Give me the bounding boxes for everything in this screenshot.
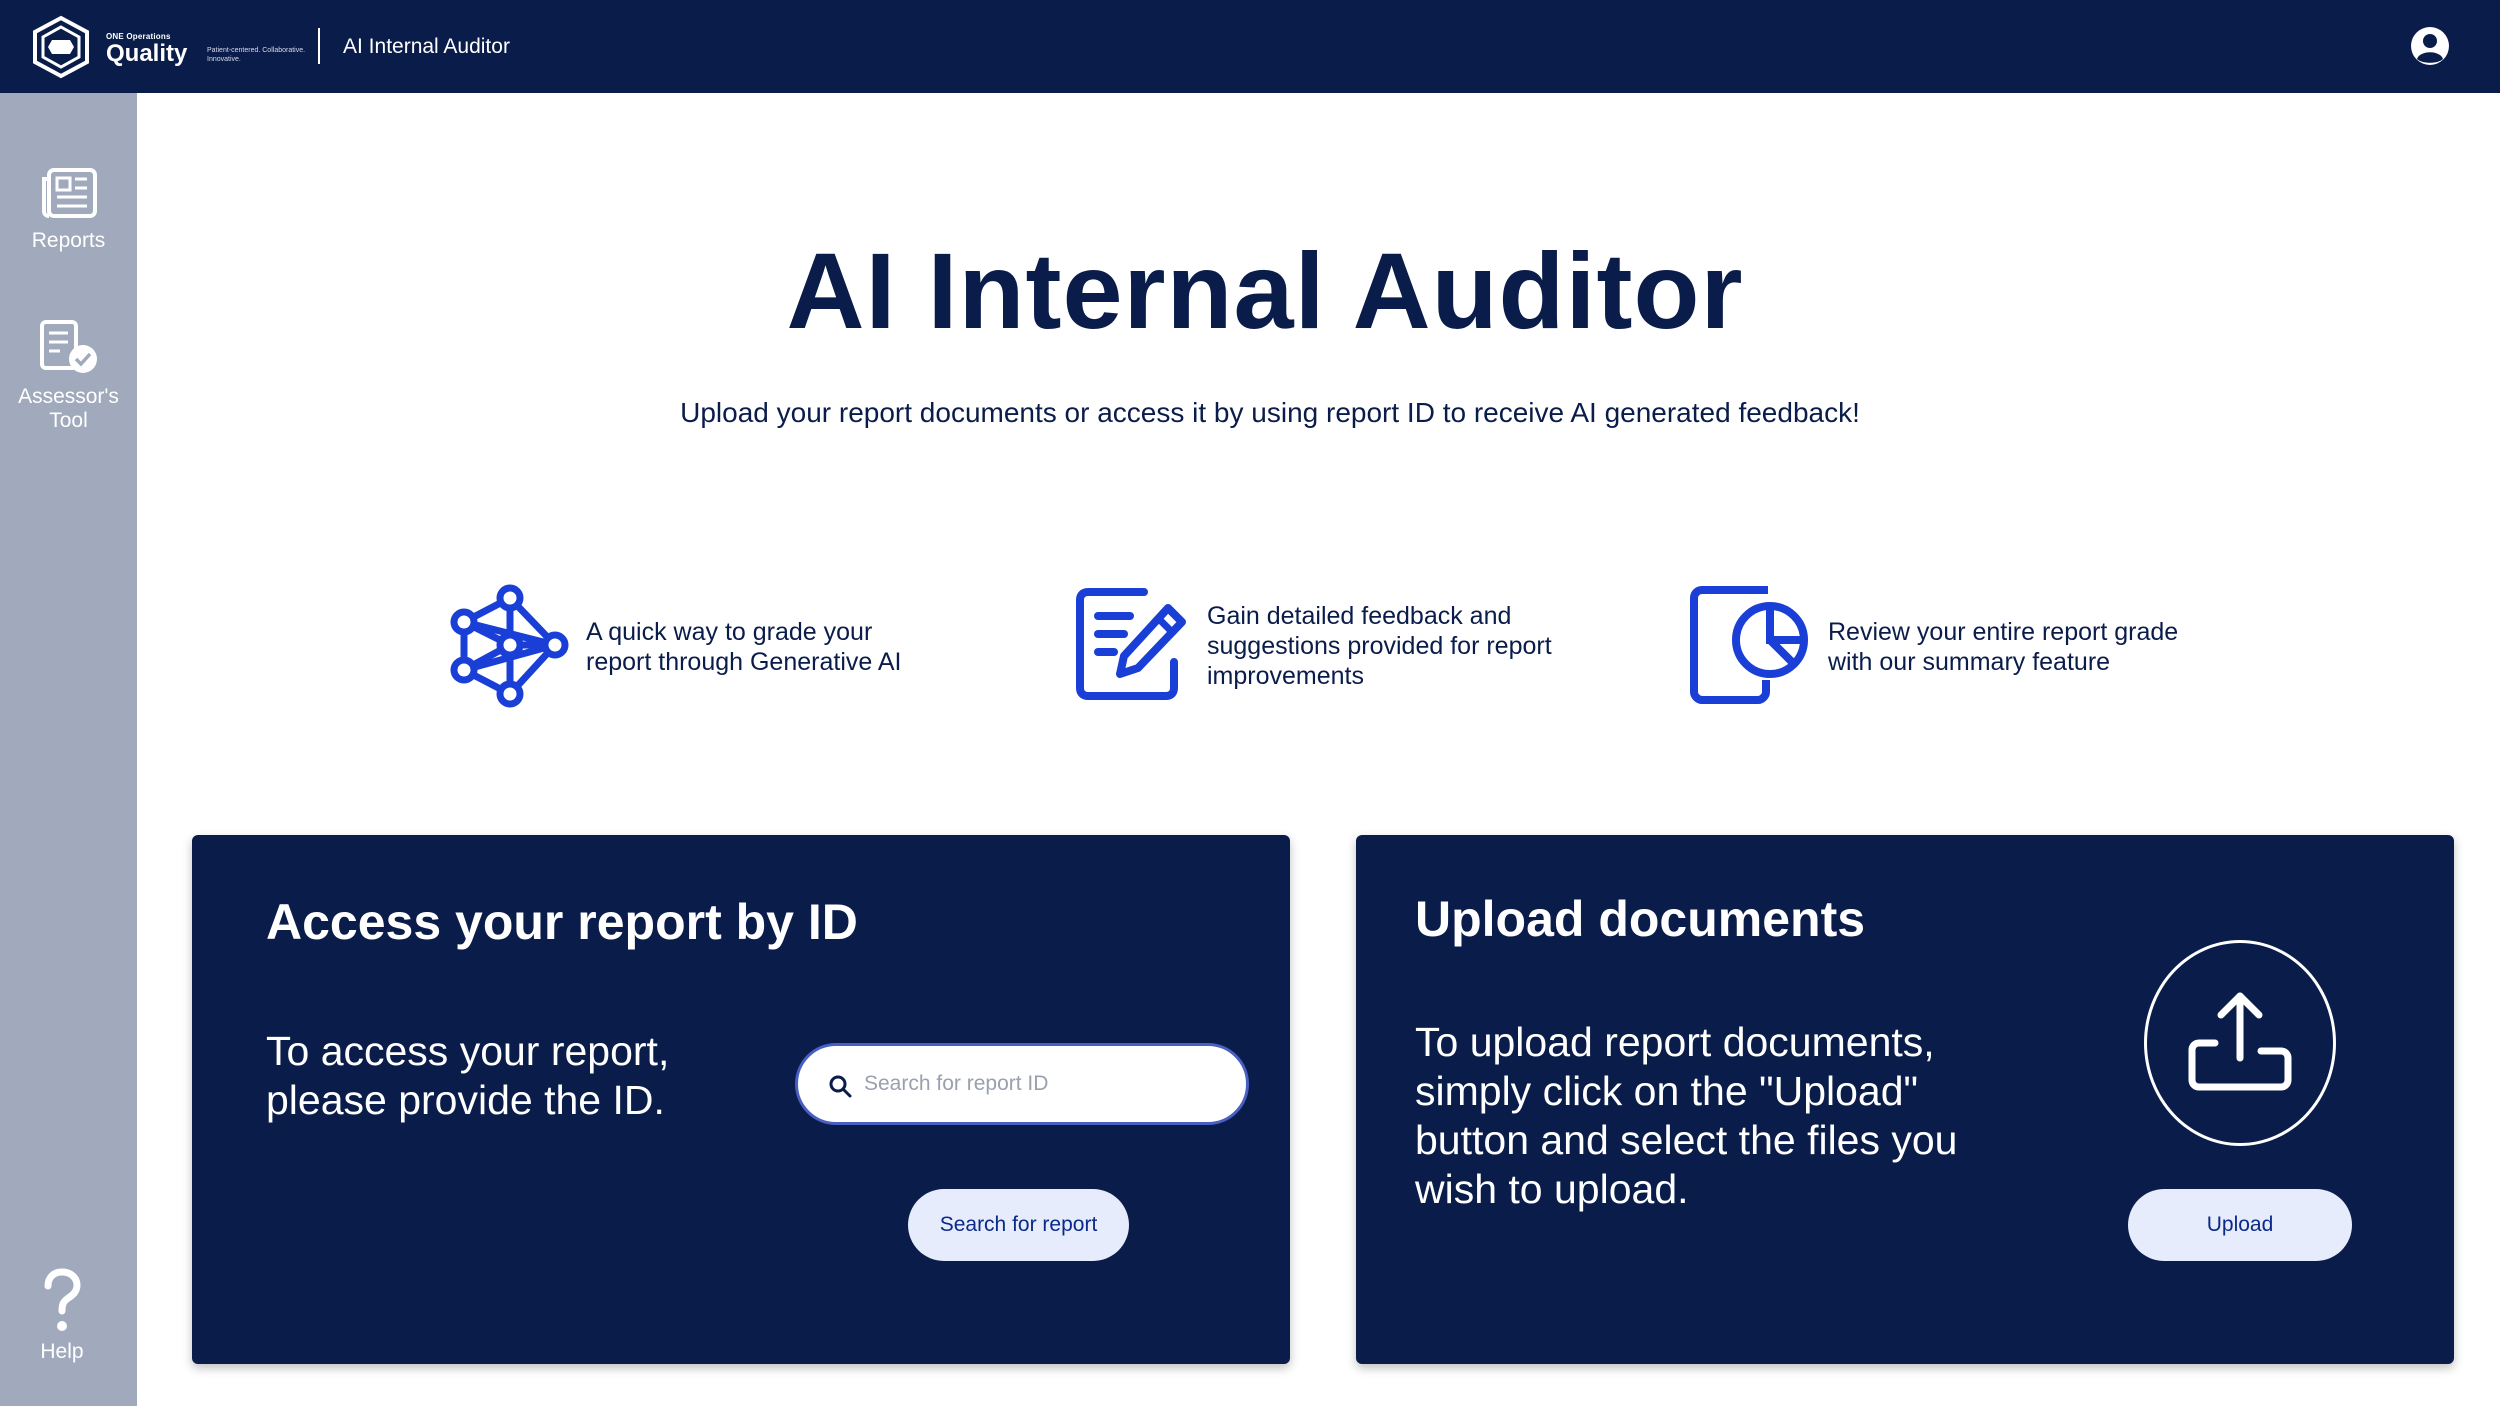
- access-card-title: Access your report by ID: [266, 894, 858, 950]
- search-icon: [829, 1075, 852, 1098]
- header-divider: [318, 28, 320, 64]
- upload-button[interactable]: Upload: [2128, 1189, 2352, 1261]
- feature-detailed-feedback: Gain detailed feedback and suggestions p…: [1074, 584, 1614, 709]
- top-bar: ONE Operations Quality Patient-centered.…: [0, 0, 2500, 93]
- network-icon: [450, 584, 569, 708]
- feature-text: Gain detailed feedback and suggestions p…: [1207, 602, 1552, 690]
- user-account-icon[interactable]: [2410, 26, 2450, 66]
- upload-documents-card: Upload documents To upload report docume…: [1356, 835, 2454, 1364]
- upload-card-text: To upload report documents, simply click…: [1415, 1019, 1958, 1212]
- question-mark-icon: [44, 1268, 81, 1331]
- access-report-card: Access your report by ID To access your …: [192, 835, 1290, 1364]
- page-title: AI Internal Auditor: [786, 230, 1744, 351]
- page-subtitle: Upload your report documents or access i…: [680, 397, 1860, 428]
- upload-circle[interactable]: [2144, 940, 2336, 1146]
- newspaper-icon: [41, 168, 97, 218]
- brand-tagline: Patient-centered. Collaborative. Innovat…: [207, 47, 306, 63]
- brand-name: Quality: [106, 40, 188, 67]
- feature-text: Review your entire report grade with our…: [1828, 618, 2179, 676]
- quality-logo-icon: [33, 15, 89, 79]
- app-title: AI Internal Auditor: [343, 35, 510, 58]
- feature-generative-ai: A quick way to grade your report through…: [448, 584, 1048, 709]
- help-label: Help: [40, 1340, 84, 1363]
- report-chart-icon: [1690, 586, 1808, 704]
- upload-icon: [2188, 992, 2292, 1091]
- report-id-search[interactable]: [795, 1043, 1249, 1125]
- edit-document-icon: [1076, 588, 1186, 700]
- search-for-report-button[interactable]: Search for report: [908, 1189, 1129, 1261]
- feature-text: A quick way to grade your report through…: [586, 618, 902, 676]
- upload-card-title: Upload documents: [1415, 891, 1866, 947]
- sidebar-item-help[interactable]: Help: [0, 1268, 124, 1364]
- search-input[interactable]: [864, 1064, 1224, 1104]
- access-card-text: To access your report, please provide th…: [266, 1028, 670, 1123]
- feature-summary: Review your entire report grade with our…: [1688, 580, 2228, 710]
